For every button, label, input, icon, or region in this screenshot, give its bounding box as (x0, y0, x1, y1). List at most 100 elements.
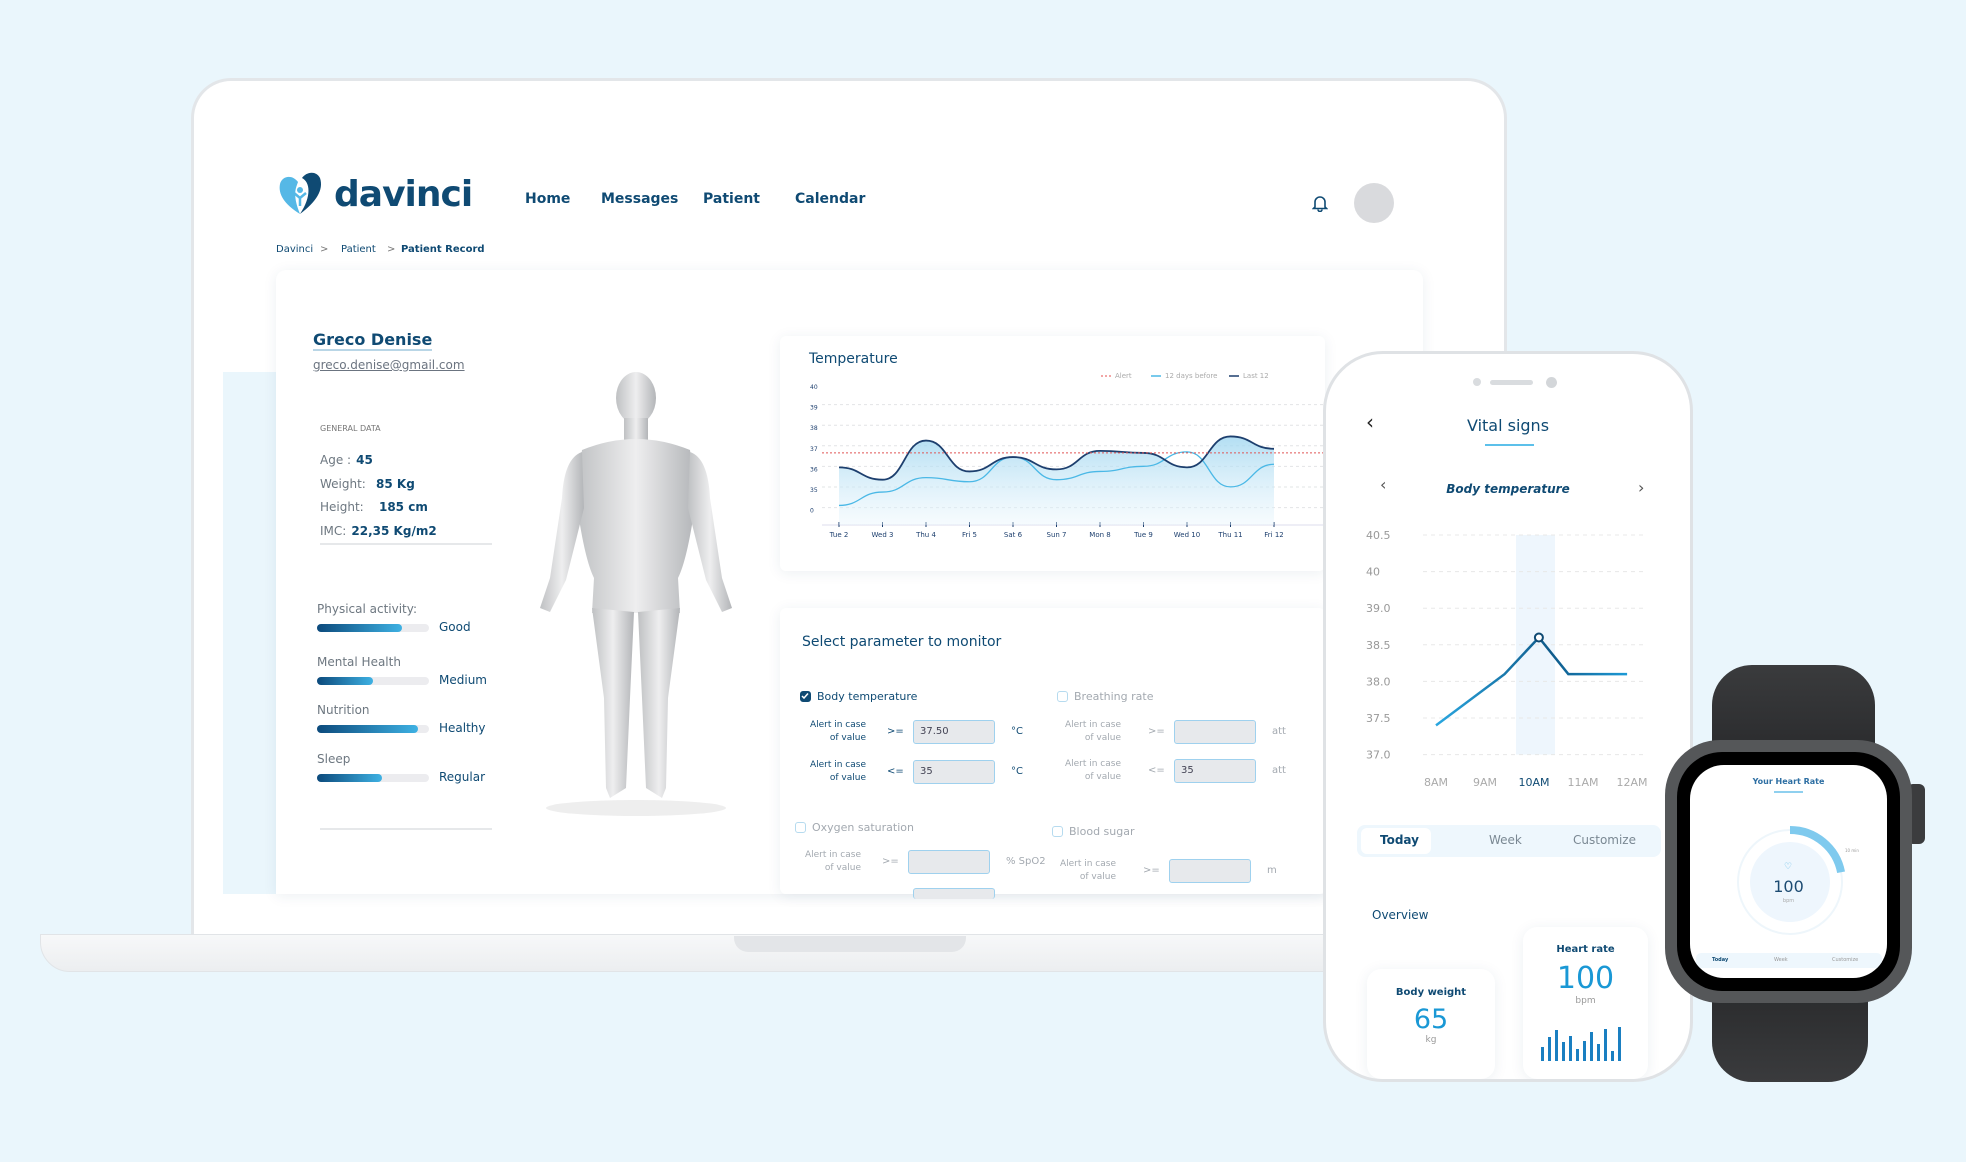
bell-icon[interactable] (1312, 194, 1328, 212)
watch-screen: Your Heart Rate 100 bpm ♡ 10 min Today W… (1690, 765, 1887, 978)
operator: <= (1148, 765, 1165, 776)
breadcrumb-patient[interactable]: Patient (341, 244, 376, 255)
y-tick-label: 40 (1366, 566, 1380, 579)
heart-rate-card[interactable]: Heart rate 100 bpm (1523, 927, 1648, 1079)
heart-rate-bar (1562, 1042, 1565, 1061)
wellbeing-progress-bar (317, 677, 429, 685)
tab-customize[interactable]: Customize (1573, 833, 1636, 847)
threshold-input[interactable] (913, 888, 995, 899)
threshold-input[interactable]: 37.50 (913, 720, 995, 744)
side-strip (223, 372, 283, 894)
wellbeing-progress-fill (317, 725, 418, 733)
age-value: 45 (356, 453, 373, 467)
x-tick-label: Wed 3 (872, 531, 894, 539)
heart-rate-bar (1583, 1040, 1586, 1061)
operator: >= (887, 726, 904, 737)
body-weight-label: Body weight (1395, 987, 1467, 998)
phone-camera (1546, 377, 1557, 388)
parameter-checkbox[interactable] (795, 822, 806, 833)
alert-label-line: Alert in case (1064, 759, 1121, 769)
monitor-title: Select parameter to monitor (802, 634, 1002, 650)
threshold-input[interactable] (1169, 859, 1251, 883)
y-tick-label: 40.5 (1366, 529, 1391, 542)
x-tick-label: Fri 5 (962, 531, 977, 539)
alert-label: Alert in case of value (806, 719, 866, 745)
watch-tab-customize[interactable]: Customize (1832, 957, 1858, 963)
weight-value: 85 Kg (376, 476, 415, 491)
nav-calendar[interactable]: Calendar (795, 191, 865, 207)
watch-title: Your Heart Rate (1752, 777, 1825, 786)
alert-label-line: of value (1084, 733, 1121, 743)
overview-title: Overview (1372, 908, 1429, 922)
next-metric-chevron-icon[interactable]: › (1638, 478, 1644, 497)
laptop-base (40, 934, 1370, 972)
wellbeing-label: Mental Health (317, 655, 401, 669)
x-tick-label: Wed 10 (1174, 531, 1200, 539)
body-temperature-chart: 40.5 40 39.0 38.5 38.0 37.5 37.0 8AM 9AM 10AM 11AM… (1366, 529, 1648, 789)
period-tabs: Today Week Customize (1357, 825, 1661, 857)
wellbeing-label: Physical activity: (317, 602, 418, 616)
y-tick-label: 35 (810, 487, 818, 494)
breadcrumb-separator: > (387, 244, 396, 255)
avatar[interactable] (1354, 183, 1394, 223)
heart-rate-bar (1541, 1047, 1544, 1061)
wellbeing-label: Sleep (317, 752, 351, 766)
watch-tab-week[interactable]: Week (1774, 957, 1788, 963)
nav-home[interactable]: Home (525, 191, 570, 207)
patient-name[interactable]: Greco Denise (313, 330, 433, 351)
operator: >= (1143, 865, 1160, 876)
parameter-checkbox[interactable] (1052, 826, 1063, 837)
divider (320, 543, 492, 545)
phone-speaker (1490, 380, 1533, 385)
wellbeing-level: Healthy (439, 721, 486, 735)
threshold-input[interactable] (1174, 720, 1256, 744)
alert-label-line: of value (1079, 872, 1116, 882)
watch-hr-value: 100 (1773, 877, 1804, 896)
x-tick-label: Thu 11 (1217, 531, 1242, 539)
x-tick-label: Sat 6 (1004, 531, 1023, 539)
metric-name: Body temperature (1446, 482, 1570, 496)
logo[interactable]: davinci (276, 168, 473, 220)
x-tick-label: 11AM (1567, 776, 1598, 789)
selected-data-point[interactable] (1533, 632, 1544, 643)
tab-today[interactable]: Today (1380, 833, 1419, 847)
y-tick-label: 40 (810, 384, 818, 391)
threshold-input[interactable] (908, 850, 990, 874)
nav-messages[interactable]: Messages (601, 191, 678, 207)
parameter-name: Blood sugar (1069, 825, 1135, 838)
y-tick-label: 0 (810, 508, 814, 515)
tab-week[interactable]: Week (1489, 833, 1522, 847)
y-tick-label: 37.0 (1366, 749, 1391, 762)
nav-patient[interactable]: Patient (703, 191, 760, 207)
unit-label: att (1272, 726, 1286, 737)
unit-label: °C (1011, 766, 1023, 777)
alert-label-line: Alert in case (809, 720, 866, 730)
heart-rate-bar (1569, 1035, 1572, 1061)
legend-label: Last 12 (1243, 372, 1269, 380)
parameter-checkbox[interactable] (800, 691, 811, 702)
heart-rate-bars (1541, 1027, 1633, 1061)
alert-label-line: Alert in case (809, 760, 866, 770)
heart-rate-unit: bpm (1575, 996, 1596, 1006)
threshold-input[interactable]: 35 (1174, 759, 1256, 783)
x-tick-label: Fri 12 (1264, 531, 1283, 539)
phone-sensor (1473, 378, 1481, 386)
wellbeing-level: Good (439, 620, 471, 634)
wellbeing-progress-fill (317, 677, 373, 685)
x-tick-label: Sun 7 (1047, 531, 1067, 539)
watch-tab-today[interactable]: Today (1712, 957, 1728, 963)
wellbeing-progress-fill (317, 774, 382, 782)
threshold-input[interactable]: 35 (913, 760, 995, 784)
breadcrumb-separator: > (320, 244, 329, 255)
patient-email[interactable]: greco.denise@gmail.com (313, 358, 465, 372)
alert-label-line: Alert in case (1059, 859, 1116, 869)
parameter-checkbox[interactable] (1057, 691, 1068, 702)
body-weight-card[interactable]: Body weight 65 kg (1367, 969, 1495, 1079)
heart-rate-bar (1590, 1032, 1593, 1061)
alert-label: Alert in case of value (806, 759, 866, 785)
body-weight-unit: kg (1425, 1035, 1437, 1045)
breadcrumb-davinci[interactable]: Davinci (276, 244, 313, 255)
x-tick-label: Tue 2 (829, 531, 849, 539)
age-label: Age : (320, 453, 352, 467)
area-fill (839, 436, 1274, 525)
